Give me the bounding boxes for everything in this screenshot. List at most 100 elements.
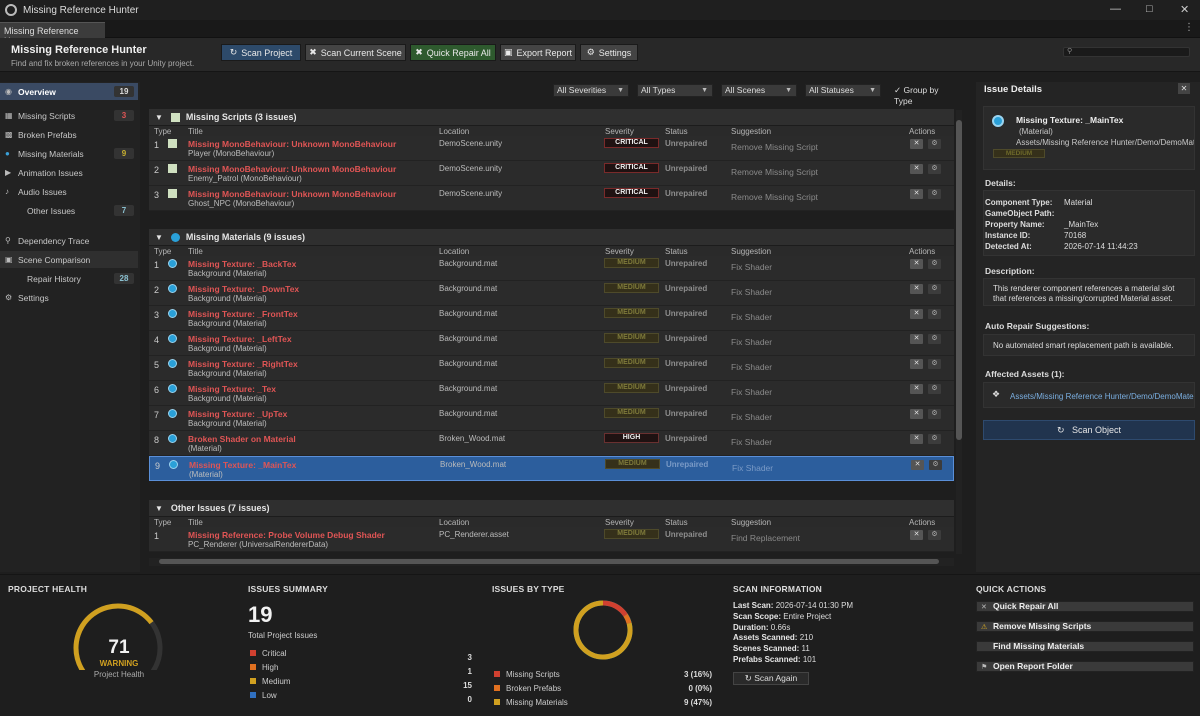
suggestion-link[interactable]: Remove Missing Script: [731, 167, 818, 177]
dismiss-icon[interactable]: ✕: [910, 530, 923, 540]
options-icon[interactable]: ⚙: [928, 309, 941, 319]
suggestion-link[interactable]: Fix Shader: [731, 337, 772, 347]
sidebar-item-audio-issues[interactable]: ♪ Audio Issues: [0, 183, 138, 200]
column-header-location[interactable]: Location: [439, 518, 469, 527]
scan-again-button[interactable]: ↻ Scan Again: [733, 672, 809, 685]
sidebar-item-repair-history[interactable]: Repair History 28: [0, 270, 138, 287]
sidebar-item-animation-issues[interactable]: ▶ Animation Issues: [0, 164, 138, 181]
export-report-button[interactable]: ▣ Export Report: [500, 44, 576, 61]
suggestion-link[interactable]: Remove Missing Script: [731, 192, 818, 202]
table-row[interactable]: 6 Missing Texture: _Tex Background (Materi…: [149, 381, 954, 406]
column-header-status[interactable]: Status: [665, 247, 688, 256]
column-header-title[interactable]: Title: [188, 127, 203, 136]
search-input[interactable]: ⚲: [1063, 47, 1190, 57]
column-header-severity[interactable]: Severity: [605, 518, 634, 527]
scene-filter[interactable]: All Scenes ▼: [721, 84, 797, 97]
table-row[interactable]: 2 Missing Texture: _DownTex Background (Ma…: [149, 281, 954, 306]
suggestion-link[interactable]: Fix Shader: [731, 287, 772, 297]
column-header-suggestion[interactable]: Suggestion: [731, 518, 771, 527]
column-header-location[interactable]: Location: [439, 127, 469, 136]
scan-object-button[interactable]: ↻ Scan Object: [983, 420, 1195, 440]
column-header-actions[interactable]: Actions: [909, 247, 935, 256]
table-row[interactable]: 4 Missing Texture: _LeftTex Background (Ma…: [149, 331, 954, 356]
dismiss-icon[interactable]: ✕: [910, 434, 923, 444]
column-header-status[interactable]: Status: [665, 127, 688, 136]
status-filter[interactable]: All Statuses ▼: [805, 84, 881, 97]
sidebar-item-settings[interactable]: ⚙ Settings: [0, 289, 138, 306]
suggestion-link[interactable]: Fix Shader: [731, 262, 772, 272]
dismiss-icon[interactable]: ✕: [910, 334, 923, 344]
column-header-suggestion[interactable]: Suggestion: [731, 127, 771, 136]
options-icon[interactable]: ⚙: [928, 139, 941, 149]
more-icon[interactable]: ⋮: [1184, 22, 1194, 33]
column-header-actions[interactable]: Actions: [909, 127, 935, 136]
options-icon[interactable]: ⚙: [928, 334, 941, 344]
options-icon[interactable]: ⚙: [928, 434, 941, 444]
column-header-location[interactable]: Location: [439, 247, 469, 256]
options-icon[interactable]: ⚙: [928, 530, 941, 540]
close-window-icon[interactable]: ✕: [1180, 3, 1189, 16]
suggestion-link[interactable]: Fix Shader: [731, 412, 772, 422]
suggestion-link[interactable]: Fix Shader: [731, 312, 772, 322]
options-icon[interactable]: ⚙: [928, 189, 941, 199]
maximize-icon[interactable]: □: [1146, 3, 1153, 15]
group-by-type-toggle[interactable]: ✓ Group by Type: [894, 85, 956, 106]
options-icon[interactable]: ⚙: [928, 259, 941, 269]
dismiss-icon[interactable]: ✕: [910, 309, 923, 319]
column-header-title[interactable]: Title: [188, 518, 203, 527]
options-icon[interactable]: ⚙: [929, 460, 942, 470]
column-header-suggestion[interactable]: Suggestion: [731, 247, 771, 256]
scrollbar-thumb[interactable]: [159, 559, 939, 564]
table-row[interactable]: 8 Broken Shader on Material (Material) Brok…: [149, 431, 954, 456]
dismiss-icon[interactable]: ✕: [910, 284, 923, 294]
group-header[interactable]: ▼ Missing Materials (9 issues): [149, 229, 954, 246]
table-row[interactable]: 1 Missing Texture: _BackTex Background (Ma…: [149, 256, 954, 281]
options-icon[interactable]: ⚙: [928, 164, 941, 174]
options-icon[interactable]: ⚙: [928, 409, 941, 419]
horizontal-scrollbar[interactable]: [149, 558, 954, 566]
sidebar-item-other-issues[interactable]: Other Issues 7: [0, 202, 138, 219]
table-row[interactable]: 5 Missing Texture: _RightTex Background (M…: [149, 356, 954, 381]
table-row[interactable]: 9 Missing Texture: _MainTex (Material) Brok…: [149, 456, 954, 481]
suggestion-link[interactable]: Fix Shader: [731, 362, 772, 372]
table-row[interactable]: 7 Missing Texture: _UpTex Background (Mate…: [149, 406, 954, 431]
dismiss-icon[interactable]: ✕: [910, 409, 923, 419]
sidebar-item-missing-scripts[interactable]: ▦ Missing Scripts 3: [0, 107, 138, 124]
column-header-severity[interactable]: Severity: [605, 247, 634, 256]
editor-tab[interactable]: Missing Reference Hunter: [0, 22, 105, 46]
column-header-severity[interactable]: Severity: [605, 127, 634, 136]
dismiss-icon[interactable]: ✕: [910, 259, 923, 269]
collapse-triangle-icon[interactable]: ▼: [155, 233, 163, 242]
column-header-title[interactable]: Title: [188, 247, 203, 256]
quick-action-quick-repair-all[interactable]: ✕ Quick Repair All: [976, 601, 1194, 612]
severity-filter[interactable]: All Severities ▼: [553, 84, 629, 97]
scan-project-button[interactable]: ↻ Scan Project: [221, 44, 301, 61]
affected-asset-link[interactable]: Assets/Missing Reference Hunter/Demo/Dem…: [1010, 392, 1194, 401]
options-icon[interactable]: ⚙: [928, 359, 941, 369]
suggestion-link[interactable]: Fix Shader: [731, 437, 772, 447]
suggestion-link[interactable]: Find Replacement: [731, 533, 800, 543]
minimize-icon[interactable]: —: [1110, 3, 1121, 15]
table-row[interactable]: 1 Missing MonoBehaviour: Unknown MonoBeha…: [149, 136, 954, 161]
sidebar-item-dependency-trace[interactable]: ⚲ Dependency Trace: [0, 232, 138, 249]
table-row[interactable]: 3 Missing Texture: _FrontTex Background (M…: [149, 306, 954, 331]
quick-action-open-report-folder[interactable]: ⚑ Open Report Folder: [976, 661, 1194, 672]
suggestion-link[interactable]: Fix Shader: [732, 463, 773, 473]
quick-action-find-missing-materials[interactable]: Find Missing Materials: [976, 641, 1194, 652]
group-header[interactable]: ▼ Missing Scripts (3 issues): [149, 109, 954, 126]
column-header-type[interactable]: Type: [154, 127, 171, 136]
options-icon[interactable]: ⚙: [928, 384, 941, 394]
dismiss-icon[interactable]: ✕: [910, 139, 923, 149]
sidebar-item-overview[interactable]: ◉ Overview 19: [0, 83, 138, 100]
table-row[interactable]: 1 Missing Reference: Probe Volume Debug S…: [149, 527, 954, 552]
sidebar-item-scene-comparison[interactable]: ▣ Scene Comparison: [0, 251, 138, 268]
scrollbar-thumb[interactable]: [956, 120, 962, 440]
column-header-actions[interactable]: Actions: [909, 518, 935, 527]
dismiss-icon[interactable]: ✕: [910, 164, 923, 174]
quick-repair-all-button[interactable]: ✖ Quick Repair All: [410, 44, 496, 61]
type-filter[interactable]: All Types ▼: [637, 84, 713, 97]
column-header-type[interactable]: Type: [154, 518, 171, 527]
suggestion-link[interactable]: Remove Missing Script: [731, 142, 818, 152]
scan-current-scene-button[interactable]: ✖ Scan Current Scene: [305, 44, 406, 61]
sidebar-item-missing-materials[interactable]: ● Missing Materials 9: [0, 145, 138, 162]
